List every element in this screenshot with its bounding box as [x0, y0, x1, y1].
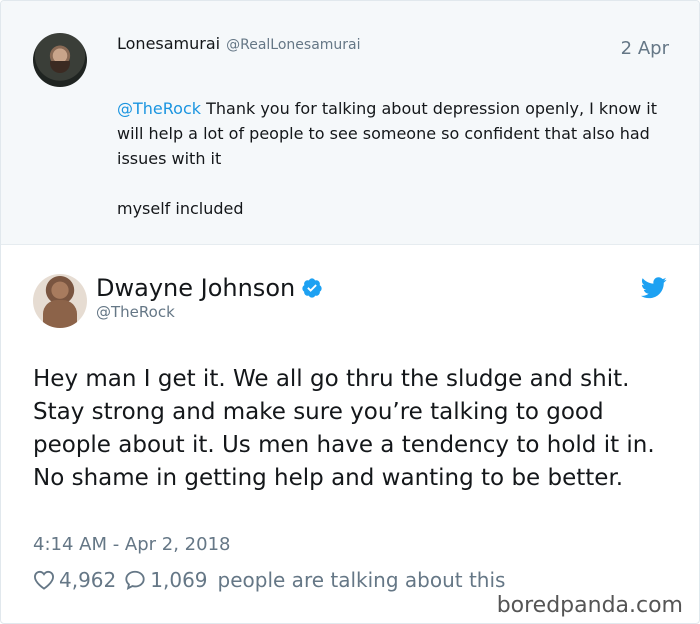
twitter-bird-icon[interactable]: [641, 277, 667, 299]
reply-count: 1,069: [150, 568, 208, 592]
like-button[interactable]: 4,962: [33, 568, 116, 592]
avatar[interactable]: [33, 33, 87, 87]
tweet-text: @TheRock Thank you for talking about dep…: [117, 96, 677, 221]
watermark: boredpanda.com: [496, 593, 683, 618]
author-handle[interactable]: @TheRock: [96, 303, 175, 321]
verified-badge-icon: [302, 278, 322, 298]
mention-link[interactable]: @TheRock: [117, 99, 201, 118]
like-count: 4,962: [59, 568, 117, 592]
tweet-text: Hey man I get it. We all go thru the slu…: [33, 366, 655, 491]
parent-tweet[interactable]: Lonesamurai @RealLonesamurai 2 Apr @TheRo…: [1, 1, 699, 245]
reply-button[interactable]: 1,069: [124, 568, 208, 592]
avatar[interactable]: [33, 274, 87, 328]
reply-bubble-icon: [125, 570, 145, 590]
engagement-bar: 4,962 1,069 people are talking about thi…: [33, 568, 505, 592]
author-name[interactable]: Dwayne Johnson: [96, 274, 295, 302]
tweet-embed-card: Lonesamurai @RealLonesamurai 2 Apr @TheRo…: [0, 0, 700, 624]
talking-about-label[interactable]: people are talking about this: [218, 568, 506, 592]
tweet-date[interactable]: 2 Apr: [621, 38, 669, 59]
heart-icon: [33, 570, 55, 590]
tweet-timestamp[interactable]: 4:14 AM - Apr 2, 2018: [33, 534, 231, 555]
tweet-body-second: myself included: [117, 199, 244, 218]
author-name[interactable]: Lonesamurai: [117, 34, 220, 53]
author-handle[interactable]: @RealLonesamurai: [226, 37, 360, 53]
